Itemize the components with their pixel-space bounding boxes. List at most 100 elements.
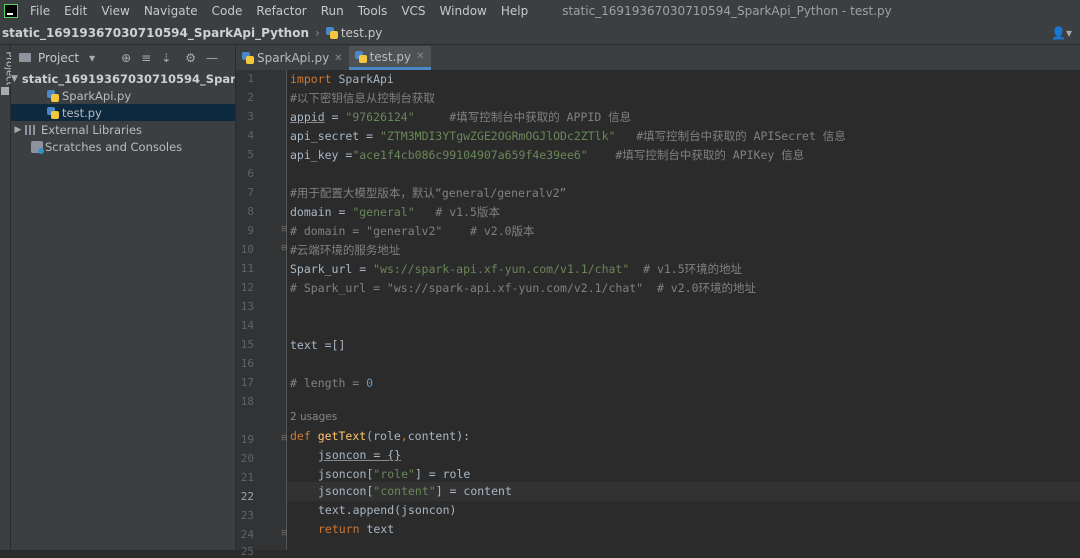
tree-item-label: test.py <box>62 105 102 120</box>
user-account-icon[interactable]: 👤▾ <box>1051 26 1072 40</box>
code-token: def <box>290 429 318 443</box>
line-number: 2 <box>247 91 254 104</box>
locate-file-icon[interactable]: ⊕ <box>121 51 131 65</box>
menu-window[interactable]: Window <box>440 4 487 18</box>
python-file-icon <box>325 27 338 39</box>
code-token: api_key <box>290 148 339 162</box>
code-line-3: appid = "97626124" #填写控制台中获取的 APPID 信息 <box>290 108 631 127</box>
line-number: 17 <box>240 376 254 389</box>
line-number: 8 <box>247 205 254 218</box>
code-token: = <box>352 262 374 276</box>
code-line-20: jsoncon = {} <box>318 446 401 465</box>
code-token: "role" <box>373 467 415 481</box>
tree-item-scratches[interactable]: Scratches and Consoles <box>11 138 235 155</box>
menu-vcs[interactable]: VCS <box>401 4 425 18</box>
menu-tools[interactable]: Tools <box>358 4 388 18</box>
project-view-selector[interactable]: Project <box>38 51 79 65</box>
line-number: 14 <box>240 319 254 332</box>
code-token: return <box>318 522 360 536</box>
menu-help[interactable]: Help <box>501 4 528 18</box>
code-comment: #填写控制台中获取的 APPID 信息 <box>414 110 632 124</box>
code-comment: #填写控制台中获取的 APIKey 信息 <box>587 148 805 162</box>
code-line-23: text.append(jsoncon) <box>318 503 457 517</box>
menu-run[interactable]: Run <box>321 4 344 18</box>
line-number-current: 22 <box>240 490 254 503</box>
code-line-1: import SparkApi <box>290 70 394 89</box>
tree-item-test[interactable]: test.py <box>11 104 235 121</box>
code-token: jsoncon[ <box>318 467 374 481</box>
python-file-icon <box>47 106 59 119</box>
chevron-right-icon[interactable]: ▶ <box>11 125 25 135</box>
code-token: "ace1f4cb086c99104907a659f4e39ee6" <box>352 148 588 162</box>
code-token: (role <box>366 429 401 443</box>
code-token: "general" <box>352 205 415 219</box>
gear-icon[interactable]: ⚙ <box>185 51 196 65</box>
menu-bar: File Edit View Navigate Code Refactor Ru… <box>0 0 1080 22</box>
project-view-dropdown-icon[interactable]: ▾ <box>89 51 95 65</box>
code-token: jsoncon = {} <box>318 448 402 462</box>
usages-hint[interactable]: 2 usages <box>290 408 337 427</box>
code-token: Spark_url <box>290 262 353 276</box>
line-number: 3 <box>247 110 254 123</box>
line-number: 5 <box>247 148 254 161</box>
close-icon[interactable]: ✕ <box>334 53 342 64</box>
menu-file[interactable]: File <box>30 4 50 18</box>
line-number: 20 <box>240 452 254 465</box>
code-token: "content" <box>373 484 436 498</box>
line-number: 12 <box>240 281 254 294</box>
code-line-22: jsoncon["content"] = content <box>318 482 512 501</box>
tab-sparkapi-py[interactable]: SparkApi.py ✕ <box>236 46 349 70</box>
tree-item-label: External Libraries <box>41 122 143 137</box>
menu-navigate[interactable]: Navigate <box>144 4 198 18</box>
library-icon <box>25 124 37 135</box>
menu-edit[interactable]: Edit <box>64 4 87 18</box>
breadcrumb-project[interactable]: static_16919367030710594_SparkApi_Python <box>2 26 309 40</box>
code-editor[interactable]: import SparkApi #以下密钥信息从控制台获取 appid = "9… <box>287 70 1080 550</box>
chevron-down-icon[interactable]: ▼ <box>11 74 18 84</box>
line-number: 21 <box>240 471 254 484</box>
close-icon[interactable]: ✕ <box>416 51 424 62</box>
hide-panel-icon[interactable]: — <box>206 51 218 65</box>
window-title: static_16919367030710594_SparkApi_Python… <box>562 4 892 18</box>
menu-view[interactable]: View <box>101 4 129 18</box>
line-number: 9 <box>247 224 254 237</box>
menu-code[interactable]: Code <box>212 4 243 18</box>
tab-test-py[interactable]: test.py ✕ <box>348 46 431 70</box>
python-file-icon <box>242 52 254 64</box>
collapse-all-icon[interactable]: ⇣ <box>161 51 171 65</box>
structure-tool-icon[interactable] <box>1 87 9 95</box>
editor-tab-bar: SparkApi.py ✕ test.py ✕ <box>236 45 1080 71</box>
tree-item-root[interactable]: ▼ static_16919367030710594_SparkApi <box>11 70 235 87</box>
code-token: jsoncon[ <box>318 484 374 498</box>
code-comment: #填写控制台中获取的 APISecret 信息 <box>615 129 846 143</box>
code-token: content <box>407 429 457 443</box>
code-line-24: return text <box>318 520 394 539</box>
code-comment: # v1.5环境的地址 <box>629 262 743 276</box>
tree-item-external-libraries[interactable]: ▶ External Libraries <box>11 121 235 138</box>
menu-refactor[interactable]: Refactor <box>256 4 306 18</box>
tree-item-label: SparkApi.py <box>62 88 132 103</box>
code-token: domain <box>290 205 332 219</box>
tree-root-label: static_16919367030710594_SparkApi <box>21 71 235 86</box>
line-number: 1 <box>247 72 254 85</box>
navigation-bar: static_16919367030710594_SparkApi_Python… <box>0 22 1080 45</box>
code-token: ] = content <box>435 484 512 498</box>
editor-gutter[interactable]: 1 2 3 4 5 6 7 8 9 10 11 12 13 14 15 16 1… <box>236 70 288 558</box>
line-number: 4 <box>247 129 254 142</box>
expand-all-icon[interactable]: ≡ <box>141 51 151 65</box>
code-token: = <box>359 129 381 143</box>
line-number: 7 <box>247 186 254 199</box>
code-line-11: Spark_url = "ws://spark-api.xf-yun.com/v… <box>290 260 742 279</box>
breadcrumb-file[interactable]: test.py <box>325 26 383 40</box>
tool-window-strip: Project <box>0 45 15 550</box>
scratches-icon <box>31 140 44 154</box>
code-line-19: def getText(role,content): <box>290 427 470 446</box>
code-line-17: # length = 0 <box>290 374 373 393</box>
tree-item-sparkapi[interactable]: SparkApi.py <box>11 87 235 104</box>
code-token: "ZTM3MDI3YTgwZGE2OGRmOGJlODc2ZTlk" <box>380 129 616 143</box>
breadcrumb-file-label: test.py <box>340 26 383 40</box>
code-line-12: # Spark_url = "ws://spark-api.xf-yun.com… <box>290 281 756 295</box>
code-token: = <box>331 205 353 219</box>
code-token: getText <box>317 429 367 443</box>
line-number: 25 <box>240 545 254 558</box>
